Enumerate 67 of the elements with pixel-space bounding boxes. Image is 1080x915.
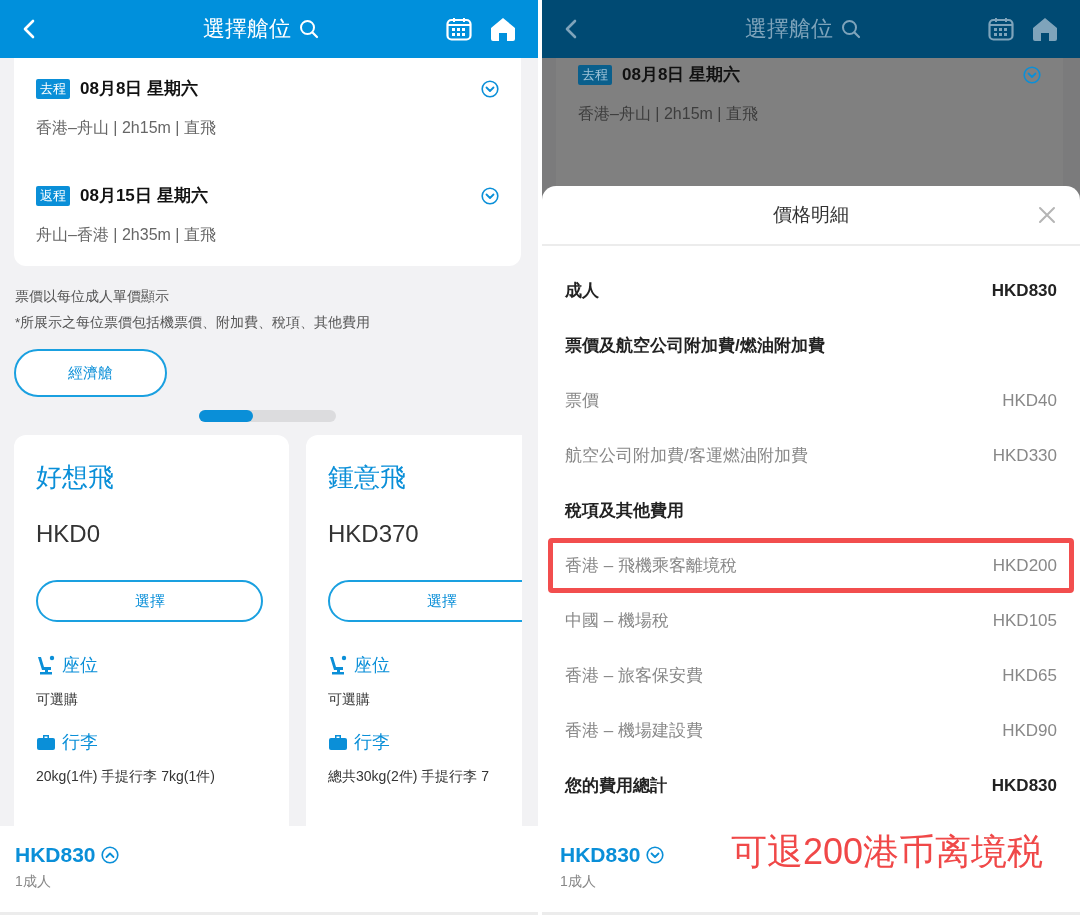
seat-info: 可選購 (328, 690, 371, 709)
fee-amount: HKD330 (992, 444, 1057, 467)
baggage-label: 行李 (62, 731, 98, 754)
close-icon[interactable] (1038, 206, 1056, 224)
total-price[interactable]: HKD830 (560, 842, 641, 868)
expand-icon[interactable] (100, 846, 119, 864)
fee-label: 香港 – 飛機乘客離境稅 (565, 554, 737, 577)
suitcase-icon (36, 733, 56, 751)
collapse-icon[interactable] (645, 846, 664, 864)
total-amount: HKD830 (991, 774, 1057, 797)
home-icon[interactable] (490, 17, 516, 41)
seat-label: 座位 (62, 654, 98, 677)
screen-title: 選擇艙位 (203, 15, 291, 43)
trip-route: 香港–舟山 | 2h15m | 直飛 (36, 118, 217, 138)
back-icon[interactable] (564, 18, 578, 40)
baggage-info: 20kg(1件) 手提行李 7kg(1件) (36, 767, 216, 786)
fee-label: 中國 – 機場稅 (565, 609, 669, 632)
section-heading: 稅項及其他費用 (565, 499, 684, 522)
home-icon[interactable] (1032, 17, 1058, 41)
fare-price: HKD370 (328, 519, 420, 549)
select-button[interactable]: 選擇 (328, 580, 522, 622)
total-label: 您的費用總計 (565, 774, 667, 797)
passenger-count: 1成人 (15, 872, 52, 891)
cabin-tab[interactable]: 經濟艙 (14, 349, 167, 397)
section-heading: 票價及航空公司附加費/燃油附加費 (565, 334, 825, 357)
calendar-icon[interactable] (988, 17, 1014, 41)
search-icon[interactable] (841, 19, 861, 39)
trip-badge: 去程 (36, 79, 70, 99)
total-label: 成人 (565, 279, 599, 302)
fee-amount: HKD90 (1002, 719, 1057, 742)
fee-label: 香港 – 機場建設費 (565, 719, 703, 742)
search-icon[interactable] (299, 19, 319, 39)
fare-price: HKD0 (36, 519, 102, 549)
trip-badge: 返程 (36, 186, 70, 206)
fee-label: 票價 (565, 389, 599, 412)
suitcase-icon (328, 733, 348, 751)
seat-label: 座位 (354, 654, 390, 677)
fee-label: 香港 – 旅客保安費 (565, 664, 703, 687)
trip-date: 08月8日 星期六 (80, 78, 199, 101)
fee-label: 航空公司附加費/客運燃油附加費 (565, 444, 808, 467)
fare-note: 票價以每位成人單價顯示 (15, 288, 170, 306)
total-price[interactable]: HKD830 (15, 842, 96, 868)
sheet-title: 價格明細 (773, 202, 849, 227)
fare-name: 鍾意飛 (328, 461, 407, 494)
fee-amount: HKD65 (1002, 664, 1057, 687)
expand-icon[interactable] (481, 80, 499, 98)
fee-amount: HKD200 (992, 554, 1057, 577)
trip-badge: 去程 (578, 65, 612, 85)
seat-icon (36, 655, 56, 675)
screen-title: 選擇艙位 (745, 15, 833, 43)
passenger-count: 1成人 (560, 872, 597, 891)
baggage-info: 總共30kg(2件) 手提行李 7 (328, 767, 491, 786)
fare-name: 好想飛 (36, 461, 115, 494)
seat-icon (328, 655, 348, 675)
trip-date: 08月8日 星期六 (622, 64, 741, 87)
expand-icon[interactable] (481, 187, 499, 205)
seat-info: 可選購 (36, 690, 79, 709)
trip-date: 08月15日 星期六 (80, 185, 208, 208)
fee-amount: HKD105 (992, 609, 1057, 632)
baggage-label: 行李 (354, 731, 390, 754)
trip-route: 香港–舟山 | 2h15m | 直飛 (578, 104, 759, 124)
total-amount: HKD830 (991, 279, 1057, 302)
fee-amount: HKD40 (1002, 389, 1057, 412)
annotation-text: 可退200港币离境税 (730, 830, 1043, 874)
fare-note: *所展示之每位票價包括機票價、附加費、稅項、其他費用 (15, 314, 372, 332)
trip-route: 舟山–香港 | 2h35m | 直飛 (36, 225, 217, 245)
select-button[interactable]: 選擇 (36, 580, 263, 622)
